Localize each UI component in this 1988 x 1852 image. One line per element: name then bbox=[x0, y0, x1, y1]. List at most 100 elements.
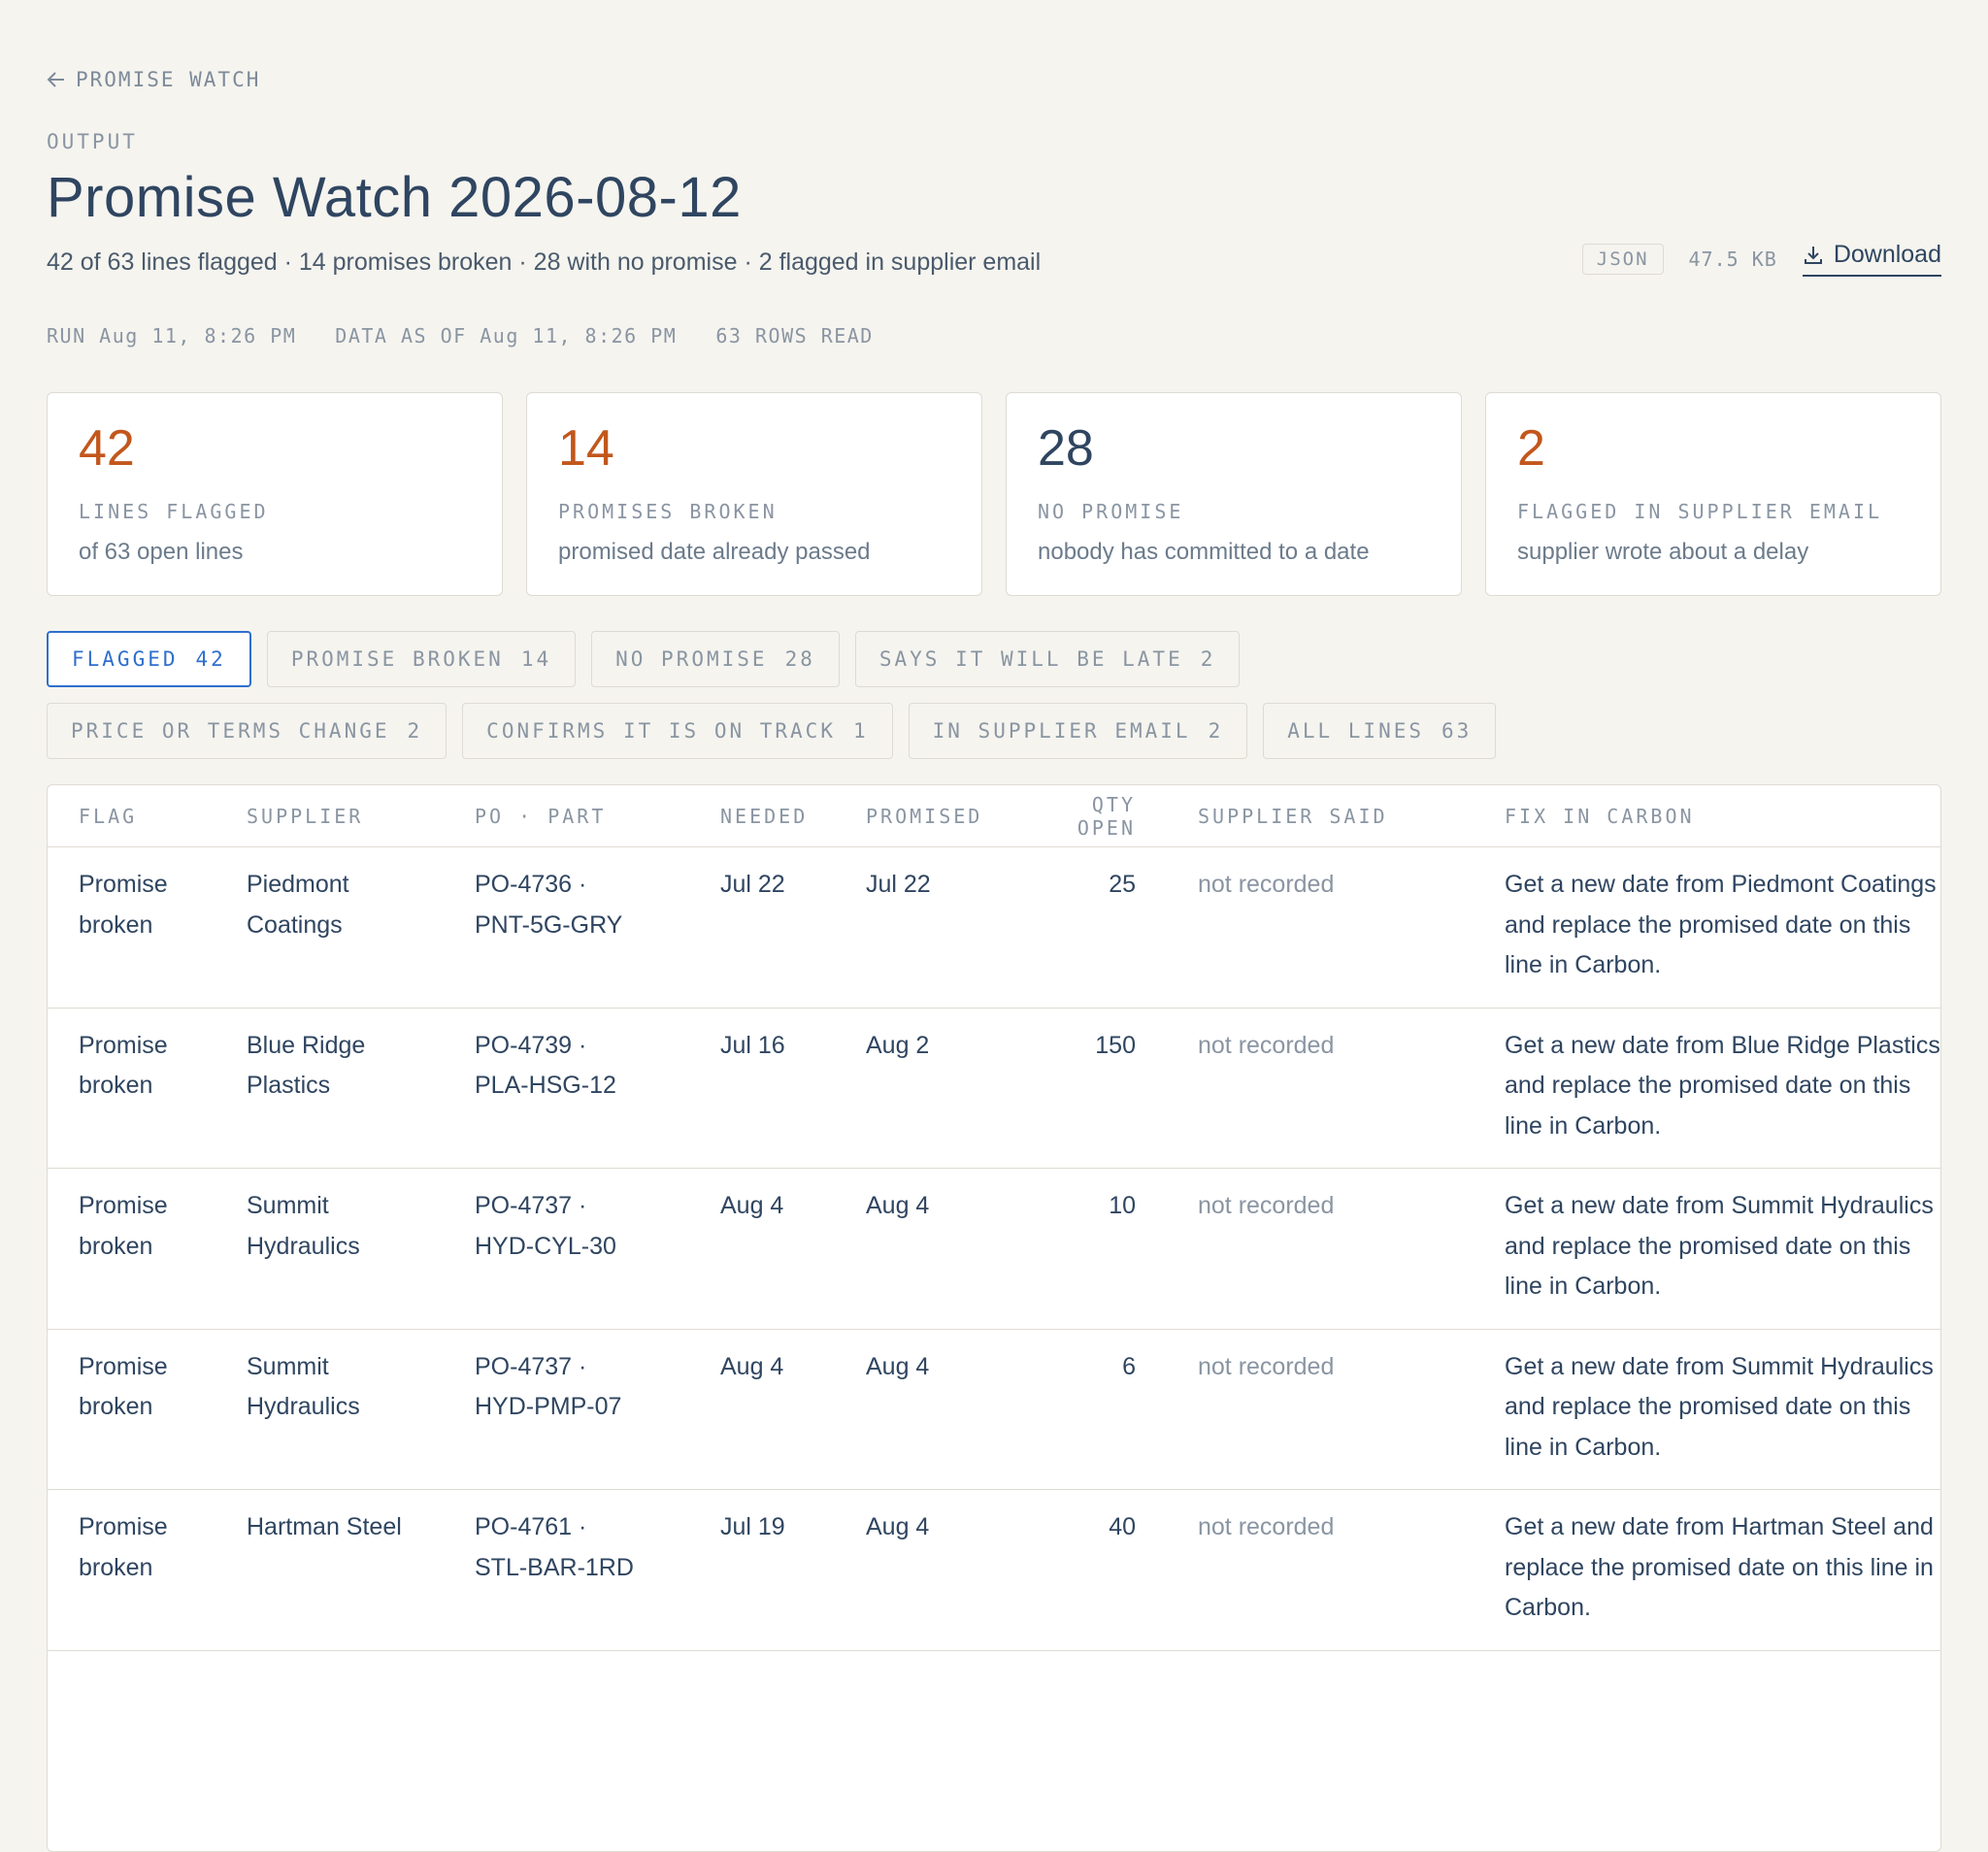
card-subtitle: of 63 open lines bbox=[79, 539, 244, 565]
filter-price-terms[interactable]: PRICE OR TERMS CHANGE 2 bbox=[47, 703, 447, 759]
cell-supplier: Summit Hydraulics bbox=[215, 1168, 444, 1330]
cell-part: PLA-HSG-12 bbox=[475, 1072, 616, 1099]
filter-on-track[interactable]: CONFIRMS IT IS ON TRACK 1 bbox=[462, 703, 893, 759]
card-subtitle: nobody has committed to a date bbox=[1038, 539, 1370, 565]
col-header-promised[interactable]: PROMISED bbox=[835, 785, 1012, 847]
cell-flag: Promise broken bbox=[48, 1008, 215, 1169]
filter-flagged[interactable]: FLAGGED 42 bbox=[47, 631, 251, 687]
filter-count: 63 bbox=[1441, 719, 1473, 743]
card-label: PROMISES BROKEN bbox=[558, 500, 778, 523]
cell-needed: Aug 4 bbox=[689, 1168, 835, 1330]
card-value: 42 bbox=[79, 420, 135, 477]
table-row[interactable]: Promise broken Summit Hydraulics PO-4737… bbox=[48, 1168, 1940, 1330]
cell-part: HYD-CYL-30 bbox=[475, 1232, 616, 1260]
cell-po: PO-4761 · bbox=[475, 1513, 587, 1540]
filter-label: FLAGGED bbox=[72, 647, 179, 671]
download-icon bbox=[1804, 246, 1822, 264]
arrow-left-icon bbox=[47, 72, 64, 87]
cell-po-part: PO-4737 · HYD-PMP-07 bbox=[444, 1329, 689, 1490]
cell-fix: Get a new date from Hartman Steel and re… bbox=[1474, 1489, 1940, 1651]
filter-label: IN SUPPLIER EMAIL bbox=[932, 719, 1191, 743]
filter-label: ALL LINES bbox=[1287, 719, 1425, 743]
filter-count: 1 bbox=[852, 719, 869, 743]
cell-po-part: PO-4736 · PNT-5G-GRY bbox=[444, 846, 689, 1009]
card-value: 14 bbox=[558, 420, 614, 477]
col-header-fix[interactable]: FIX IN CARBON bbox=[1474, 785, 1940, 847]
col-header-flag[interactable]: FLAG bbox=[48, 785, 215, 847]
cell-qty-open: 25 bbox=[1012, 846, 1136, 1009]
filter-label: PROMISE BROKEN bbox=[290, 647, 504, 671]
cell-po-part: PO-4739 · PLA-HSG-12 bbox=[444, 1008, 689, 1169]
page-eyebrow: OUTPUT bbox=[47, 130, 138, 153]
page-summary: 42 of 63 lines flagged · 14 promises bro… bbox=[47, 248, 1042, 276]
col-header-supplier[interactable]: SUPPLIER bbox=[215, 785, 444, 847]
cell-supplier-said: not recorded bbox=[1136, 1329, 1474, 1490]
card-label: NO PROMISE bbox=[1038, 500, 1184, 523]
table-row[interactable]: Promise broken Piedmont Coatings PO-4736… bbox=[48, 846, 1940, 1009]
cell-fix: Get a new date from Summit Hydraulics an… bbox=[1474, 1329, 1940, 1490]
cell-supplier: Summit Hydraulics bbox=[215, 1329, 444, 1490]
cell-po: PO-4737 · bbox=[475, 1192, 587, 1219]
col-header-supplier-said[interactable]: SUPPLIER SAID bbox=[1136, 785, 1474, 847]
cell-qty-open: 40 bbox=[1012, 1489, 1136, 1651]
cell-supplier: Hartman Steel bbox=[215, 1489, 444, 1651]
table-row[interactable]: Promise broken Summit Hydraulics PO-4737… bbox=[48, 1329, 1940, 1490]
table-row[interactable]: Promise broken Hartman Steel PO-4761 · ST… bbox=[48, 1489, 1940, 1651]
col-header-po-part[interactable]: PO · PART bbox=[444, 785, 689, 847]
filter-in-supplier-email[interactable]: IN SUPPLIER EMAIL 2 bbox=[908, 703, 1248, 759]
cell-flag: Promise broken bbox=[48, 1489, 215, 1651]
card-subtitle: supplier wrote about a delay bbox=[1517, 539, 1809, 565]
card-label: FLAGGED IN SUPPLIER EMAIL bbox=[1517, 500, 1883, 523]
cell-flag: Promise broken bbox=[48, 846, 215, 1009]
col-header-needed[interactable]: NEEDED bbox=[689, 785, 835, 847]
format-badge: JSON bbox=[1581, 243, 1664, 275]
cell-po: PO-4737 · bbox=[475, 1352, 587, 1380]
filter-says-late[interactable]: SAYS IT WILL BE LATE 2 bbox=[854, 631, 1241, 687]
cell-qty-open: 150 bbox=[1012, 1008, 1136, 1169]
filter-promise-broken[interactable]: PROMISE BROKEN 14 bbox=[266, 631, 577, 687]
cell-po-part: PO-4761 · STL-BAR-1RD bbox=[444, 1489, 689, 1651]
filter-count: 2 bbox=[1208, 719, 1224, 743]
card-label: LINES FLAGGED bbox=[79, 500, 269, 523]
cell-part: PNT-5G-GRY bbox=[475, 910, 623, 939]
filter-count: 2 bbox=[1200, 647, 1216, 671]
back-link[interactable]: PROMISE WATCH bbox=[47, 68, 260, 91]
table-header-row: FLAG SUPPLIER PO · PART NEEDED PROMISED … bbox=[48, 785, 1940, 847]
file-meta: JSON 47.5 KB Download bbox=[1581, 241, 1941, 277]
cell-needed: Aug 4 bbox=[689, 1329, 835, 1490]
cell-needed: Jul 22 bbox=[689, 846, 835, 1009]
download-button[interactable]: Download bbox=[1802, 241, 1941, 277]
col-header-qty-open[interactable]: QTY OPEN bbox=[1012, 785, 1136, 847]
cell-po: PO-4739 · bbox=[475, 1031, 587, 1059]
filter-no-promise[interactable]: NO PROMISE 28 bbox=[591, 631, 840, 687]
filter-count: 14 bbox=[520, 647, 552, 671]
rows-read: 63 ROWS READ bbox=[715, 324, 874, 347]
card-value: 28 bbox=[1038, 420, 1094, 477]
results-table: FLAG SUPPLIER PO · PART NEEDED PROMISED … bbox=[47, 784, 1941, 1852]
filter-label: NO PROMISE bbox=[615, 647, 768, 671]
page-title: Promise Watch 2026-08-12 bbox=[47, 166, 742, 229]
run-meta: RUN Aug 11, 8:26 PM DATA AS OF Aug 11, 8… bbox=[47, 324, 874, 347]
filter-all-lines[interactable]: ALL LINES 63 bbox=[1263, 703, 1497, 759]
card-value: 2 bbox=[1517, 420, 1545, 477]
cell-supplier: Piedmont Coatings bbox=[215, 846, 444, 1009]
card-supplier-email: 2 FLAGGED IN SUPPLIER EMAIL supplier wro… bbox=[1485, 392, 1941, 596]
cell-promised: Aug 2 bbox=[835, 1008, 1012, 1169]
cell-part: HYD-PMP-07 bbox=[475, 1393, 622, 1420]
filter-count: 42 bbox=[195, 647, 226, 671]
cell-needed: Jul 16 bbox=[689, 1008, 835, 1169]
cell-promised: Aug 4 bbox=[835, 1329, 1012, 1490]
cell-part: STL-BAR-1RD bbox=[475, 1553, 634, 1581]
cell-supplier-said: not recorded bbox=[1136, 1008, 1474, 1169]
filter-label: PRICE OR TERMS CHANGE bbox=[71, 719, 390, 743]
cell-po: PO-4736 · bbox=[475, 871, 587, 898]
cell-qty-open: 10 bbox=[1012, 1168, 1136, 1330]
cell-supplier-said: not recorded bbox=[1136, 1489, 1474, 1651]
cell-promised: Aug 4 bbox=[835, 1168, 1012, 1330]
table-row[interactable]: Promise broken Blue Ridge Plastics PO-47… bbox=[48, 1008, 1940, 1169]
cell-supplier-said: not recorded bbox=[1136, 1168, 1474, 1330]
cell-qty-open: 6 bbox=[1012, 1329, 1136, 1490]
file-size: 47.5 KB bbox=[1688, 247, 1777, 271]
card-lines-flagged: 42 LINES FLAGGED of 63 open lines bbox=[47, 392, 503, 596]
cell-supplier-said: not recorded bbox=[1136, 846, 1474, 1009]
